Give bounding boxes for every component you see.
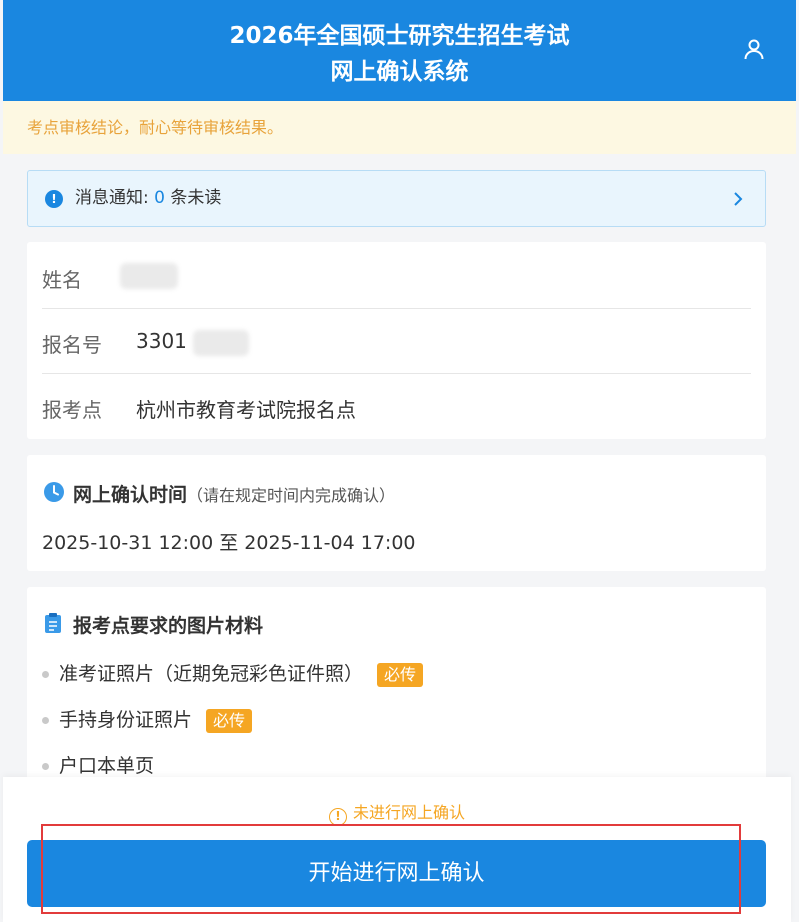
message-count: 0 bbox=[154, 188, 165, 208]
clipboard-icon bbox=[45, 613, 61, 633]
warning-icon: ! bbox=[328, 808, 347, 826]
site-label: 报考点 bbox=[42, 398, 102, 422]
app-header: 2026年全国硕士研究生招生考试 网上确认系统 bbox=[3, 0, 796, 101]
page-title-line1: 2026年全国硕士研究生招生考试 bbox=[229, 23, 570, 49]
confirm-time-title: 网上确认时间（请在规定时间内完成确认） bbox=[73, 484, 396, 506]
material-item: 户口本单页 bbox=[42, 751, 154, 778]
name-value-redacted bbox=[120, 262, 178, 289]
footer-bar: ! 未进行网上确认 开始进行网上确认 bbox=[3, 777, 791, 922]
message-text: 消息通知: 0 条未读 bbox=[75, 171, 221, 226]
clock-icon bbox=[44, 482, 64, 502]
confirm-time-subtitle: （请在规定时间内完成确认） bbox=[187, 486, 396, 505]
site-value: 杭州市教育考试院报名点 bbox=[136, 398, 356, 422]
user-icon[interactable] bbox=[742, 37, 766, 61]
info-icon: ! bbox=[45, 190, 63, 208]
audit-notice-bar: 考点审核结论，耐心等待审核结果。 bbox=[3, 101, 796, 154]
message-label: 消息通知: bbox=[75, 188, 149, 208]
candidate-info-card: 姓名 报名号 3301 报考点 杭州市教育考试院报名点 bbox=[27, 242, 766, 439]
page-title-line2: 网上确认系统 bbox=[330, 59, 469, 85]
confirm-time-range: 2025-10-31 12:00 至 2025-11-04 17:00 bbox=[42, 532, 416, 554]
confirm-time-card: 网上确认时间（请在规定时间内完成确认） 2025-10-31 12:00 至 2… bbox=[27, 455, 766, 571]
name-label: 姓名 bbox=[42, 268, 82, 292]
name-row: 姓名 bbox=[42, 244, 751, 309]
materials-card: 报考点要求的图片材料 准考证照片（近期免冠彩色证件照） 必传 手持身份证照片 必传 … bbox=[27, 587, 766, 787]
start-confirm-button[interactable]: 开始进行网上确认 bbox=[27, 840, 766, 907]
regno-value: 3301 bbox=[136, 329, 249, 356]
material-item: 准考证照片（近期免冠彩色证件照） 必传 bbox=[42, 659, 424, 687]
chevron-right-icon bbox=[734, 192, 743, 206]
message-notification[interactable]: ! 消息通知: 0 条未读 bbox=[27, 170, 766, 227]
required-badge: 必传 bbox=[377, 662, 424, 687]
required-badge: 必传 bbox=[206, 708, 253, 733]
message-unit: 条未读 bbox=[170, 188, 222, 208]
materials-title: 报考点要求的图片材料 bbox=[73, 615, 264, 637]
material-item: 手持身份证照片 必传 bbox=[42, 705, 253, 733]
regno-row: 报名号 3301 bbox=[42, 309, 751, 374]
confirm-status: ! 未进行网上确认 bbox=[3, 799, 791, 826]
regno-label: 报名号 bbox=[42, 333, 102, 357]
site-row: 报考点 杭州市教育考试院报名点 bbox=[42, 374, 751, 439]
